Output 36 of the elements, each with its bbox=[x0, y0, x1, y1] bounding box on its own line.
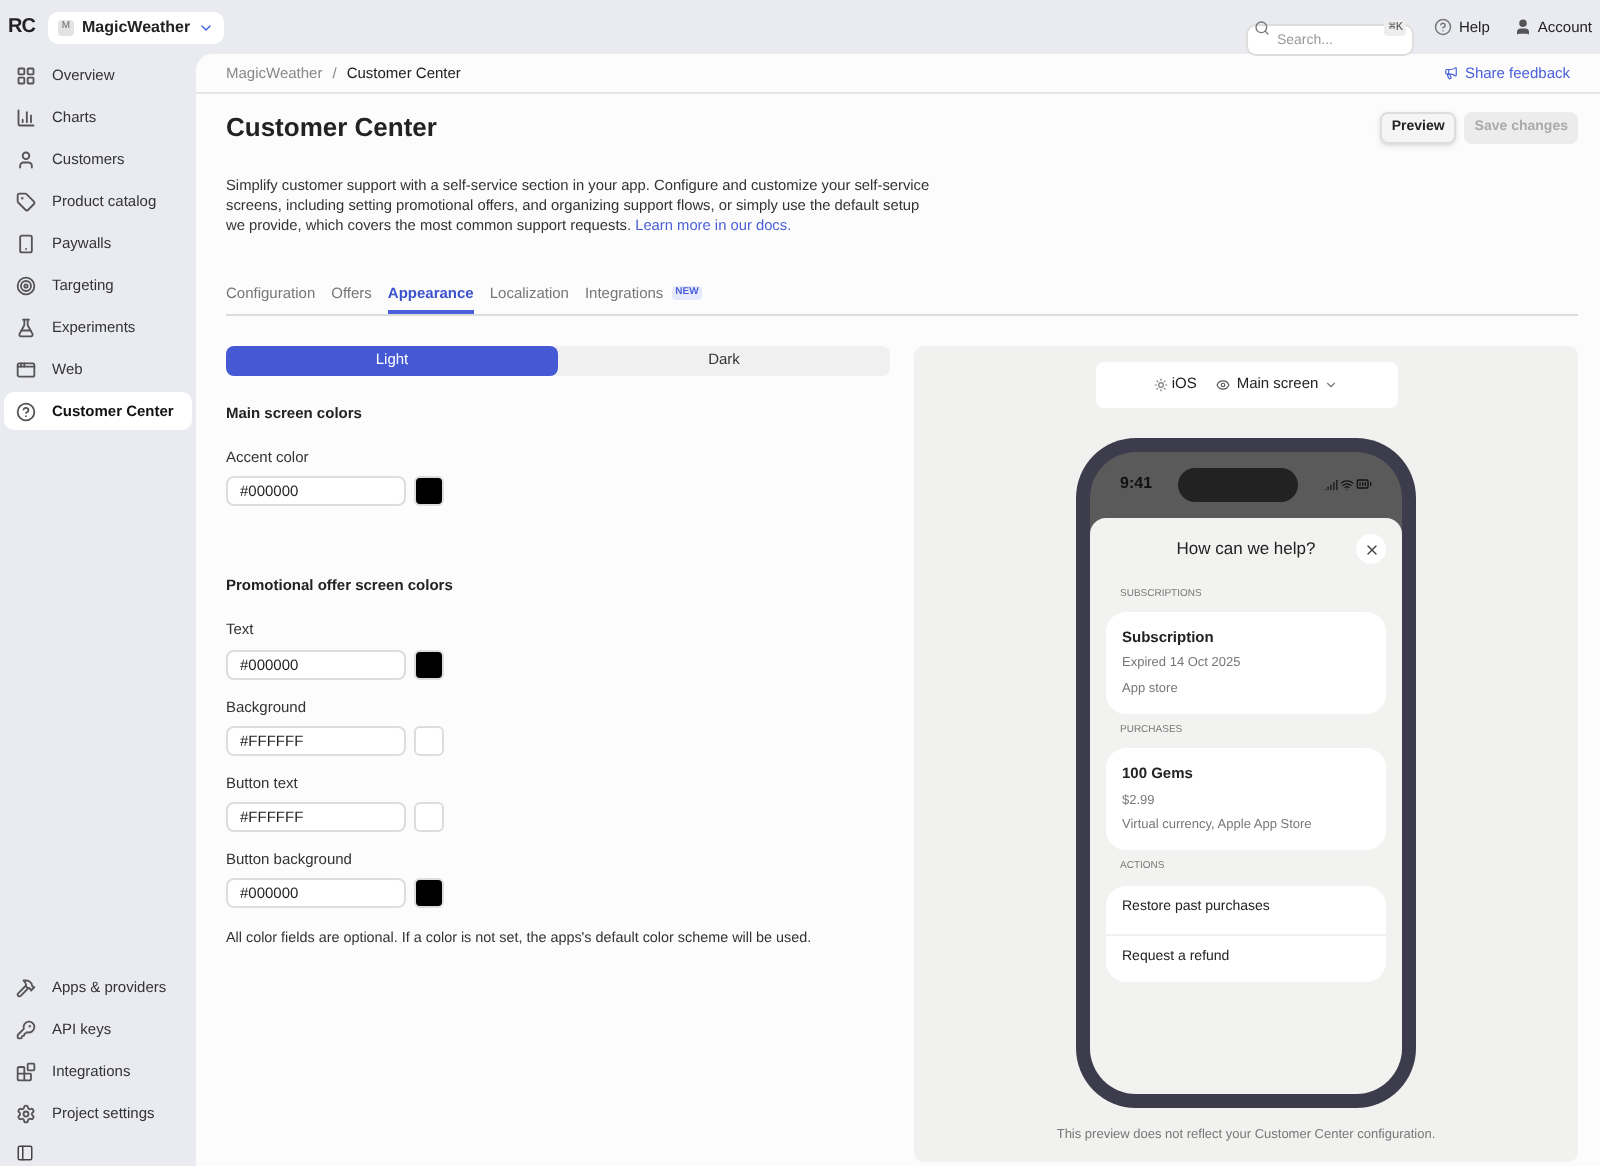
color-swatch[interactable] bbox=[414, 476, 444, 506]
page-title: Customer Center bbox=[226, 110, 437, 146]
sheet-title: How can we help? bbox=[1176, 536, 1316, 562]
megaphone-icon bbox=[1444, 66, 1459, 80]
sun-icon bbox=[1153, 377, 1168, 391]
wifi-icon bbox=[1340, 477, 1354, 491]
blocks-icon bbox=[16, 1061, 36, 1081]
dynamic-island bbox=[1178, 467, 1298, 501]
flask-icon bbox=[16, 317, 36, 337]
key-icon bbox=[16, 1019, 36, 1039]
hammer-icon bbox=[16, 977, 36, 997]
battery-icon bbox=[1356, 476, 1372, 492]
eye-icon bbox=[1216, 377, 1231, 391]
person-icon bbox=[16, 149, 36, 169]
chevron-down-icon bbox=[1324, 377, 1339, 391]
bar-chart-icon bbox=[16, 107, 36, 127]
color-swatch[interactable] bbox=[414, 802, 444, 832]
color-swatch[interactable] bbox=[414, 878, 444, 909]
close-button[interactable] bbox=[1356, 534, 1386, 564]
browser-window-icon bbox=[16, 359, 36, 379]
settings-icon bbox=[16, 1103, 36, 1123]
color-swatch[interactable] bbox=[414, 725, 444, 756]
logo[interactable]: RC bbox=[8, 12, 36, 42]
person-icon bbox=[1513, 18, 1532, 36]
target-icon bbox=[16, 275, 36, 295]
tag-icon bbox=[16, 191, 36, 211]
status-time: 9:41 bbox=[1120, 472, 1153, 496]
color-swatch[interactable] bbox=[414, 649, 444, 679]
help-icon bbox=[1434, 18, 1453, 36]
phone-icon bbox=[16, 233, 36, 253]
grid-icon bbox=[16, 65, 36, 85]
sidebar-toggle-icon[interactable] bbox=[16, 1144, 34, 1162]
close-icon bbox=[1363, 541, 1379, 557]
signal-icon bbox=[1324, 477, 1338, 491]
help-circle-icon bbox=[16, 401, 36, 421]
search-icon bbox=[1254, 19, 1271, 35]
